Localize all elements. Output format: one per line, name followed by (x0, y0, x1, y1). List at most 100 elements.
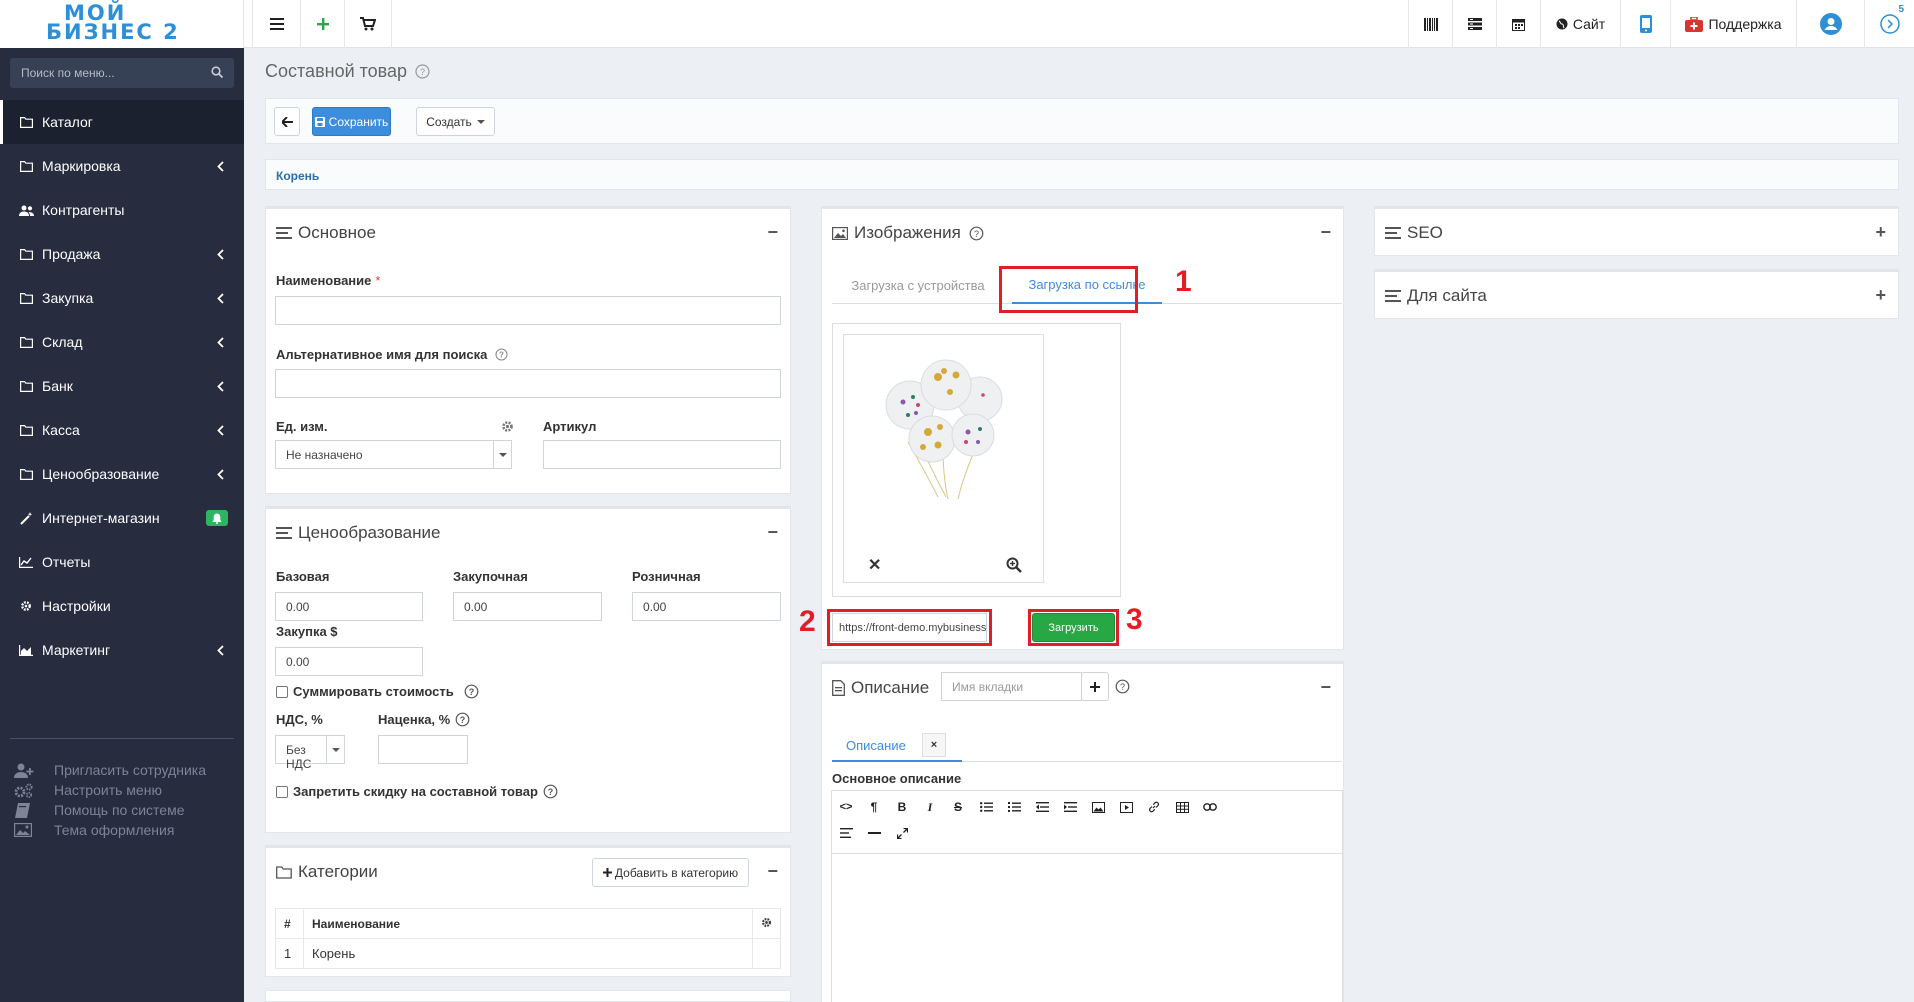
sidebar-item-8[interactable]: Ценообразование (0, 452, 244, 496)
insert-link-icon[interactable] (1144, 797, 1164, 817)
zoom-in-icon[interactable] (1006, 557, 1022, 573)
seo-box[interactable]: SEO + (1374, 206, 1899, 256)
user-button[interactable] (1796, 0, 1864, 48)
support-button[interactable]: Поддержка (1670, 0, 1796, 48)
sidebar-item-5[interactable]: Склад (0, 320, 244, 364)
fullscreen-icon[interactable] (892, 823, 912, 843)
expand-button[interactable]: + (1875, 222, 1886, 243)
purchase-price-input[interactable]: 0.00 (453, 592, 602, 621)
add-tab-button[interactable] (1081, 672, 1109, 701)
table-row[interactable]: 1 Корень (275, 938, 781, 969)
sidebar-item-6[interactable]: Банк (0, 364, 244, 408)
sidebar-item-11[interactable]: Настройки (0, 584, 244, 628)
images-box: Изображения ? − Загрузка с устройства За… (799, 206, 1344, 650)
checkbox[interactable] (276, 685, 288, 698)
markup-input[interactable] (378, 735, 468, 764)
upload-button[interactable]: Загрузить (1032, 613, 1115, 642)
cart-button[interactable] (344, 0, 392, 48)
code-view-icon[interactable]: <> (836, 797, 856, 817)
bullet-list-icon[interactable] (976, 797, 996, 817)
bold-icon[interactable]: B (892, 797, 912, 817)
sidebar-item-9[interactable]: Интернет-магазин (0, 496, 244, 540)
sidebar-item-1[interactable]: Маркировка (0, 144, 244, 188)
help-icon[interactable]: ? (415, 64, 430, 79)
forbid-discount-checkbox[interactable]: Запретить скидку на составной товар ? (276, 784, 558, 799)
alt-name-input[interactable] (275, 369, 781, 398)
image-url-input[interactable]: https://front-demo.mybusiness2.ru (832, 613, 987, 642)
sidebar-search-input[interactable] (10, 58, 200, 88)
vat-select[interactable]: Без НДС (275, 735, 345, 771)
sidebar-item-3[interactable]: Продажа (0, 232, 244, 276)
tab-name-input[interactable]: Имя вкладки (941, 672, 1082, 701)
collapse-button[interactable]: − (767, 861, 778, 882)
align-left-icon[interactable] (836, 823, 856, 843)
app-button[interactable] (1620, 0, 1670, 48)
unit-select[interactable]: Не назначено (275, 440, 512, 469)
base-price-input[interactable]: 0.00 (275, 592, 423, 621)
sidebar-link-0[interactable]: Пригласить сотрудника (14, 760, 206, 780)
site-button[interactable]: Сайт (1540, 0, 1620, 48)
calendar-button[interactable] (1496, 0, 1540, 48)
help-icon[interactable]: ? (969, 226, 984, 241)
chain-icon[interactable] (1200, 797, 1220, 817)
indent-icon[interactable] (1060, 797, 1080, 817)
numbered-list-icon[interactable] (1004, 797, 1024, 817)
horizontal-rule-icon[interactable] (864, 823, 884, 843)
table-settings-cell[interactable] (752, 908, 781, 939)
retail-price-input[interactable]: 0.00 (632, 592, 781, 621)
insert-image-icon[interactable] (1088, 797, 1108, 817)
gear-icon[interactable] (761, 917, 772, 928)
add-button[interactable] (300, 0, 344, 48)
help-icon[interactable]: ? (543, 784, 558, 799)
sidebar-item-12[interactable]: Маркетинг (0, 628, 244, 672)
insert-table-icon[interactable] (1172, 797, 1192, 817)
add-to-category-button[interactable]: Добавить в категорию (592, 858, 749, 887)
sum-cost-checkbox[interactable]: Суммировать стоимость ? (276, 684, 479, 699)
editor-content[interactable] (832, 855, 1342, 1002)
help-icon[interactable]: ? (495, 348, 508, 361)
purchase-usd-input[interactable]: 0.00 (275, 647, 423, 676)
help-icon[interactable]: ? (464, 684, 479, 699)
sidebar-link-3[interactable]: Тема оформления (14, 820, 206, 840)
close-tab-icon[interactable]: × (922, 733, 946, 757)
sidebar-item-7[interactable]: Касса (0, 408, 244, 452)
sidebar-link-1[interactable]: Настроить меню (14, 780, 206, 800)
folder-icon (18, 424, 34, 436)
notifications-button[interactable]: 5 (1864, 0, 1914, 48)
help-icon[interactable]: ? (455, 712, 470, 727)
breadcrumb-root[interactable]: Корень (276, 169, 319, 183)
help-icon[interactable]: ? (1115, 679, 1130, 694)
collapse-button[interactable]: − (1320, 222, 1331, 243)
article-input[interactable] (543, 440, 781, 469)
outdent-icon[interactable] (1032, 797, 1052, 817)
expand-button[interactable]: + (1875, 285, 1886, 306)
gear-icon[interactable] (501, 420, 514, 433)
terminal-button[interactable] (1452, 0, 1496, 48)
sidebar-item-4[interactable]: Закупка (0, 276, 244, 320)
tab-upload-device[interactable]: Загрузка с устройства (832, 266, 1004, 304)
checkbox[interactable] (276, 785, 288, 798)
create-dropdown-button[interactable]: Создать (416, 107, 495, 136)
sidebar-item-10[interactable]: Отчеты (0, 540, 244, 584)
site-box[interactable]: Для сайта + (1374, 269, 1899, 319)
collapse-button[interactable]: − (767, 222, 778, 243)
image-thumbnail[interactable]: ✕ (843, 334, 1044, 583)
logo[interactable]: МОЙ БИЗНЕС 2 (0, 0, 244, 48)
name-input[interactable] (275, 296, 781, 325)
search-icon[interactable] (211, 66, 223, 78)
sidebar-item-0[interactable]: Каталог (0, 100, 244, 144)
paragraph-icon[interactable]: ¶ (864, 797, 884, 817)
strikethrough-icon[interactable]: S (948, 797, 968, 817)
italic-icon[interactable]: I (920, 797, 940, 817)
remove-image-icon[interactable]: ✕ (868, 555, 881, 575)
save-button[interactable]: Сохранить (312, 107, 391, 136)
sidebar-item-2[interactable]: Контрагенты (0, 188, 244, 232)
collapse-button[interactable]: − (767, 522, 778, 543)
barcode-button[interactable] (1408, 0, 1452, 48)
collapse-button[interactable]: − (1320, 677, 1331, 698)
tab-description[interactable]: Описание × (832, 730, 962, 762)
menu-toggle-button[interactable] (252, 0, 300, 48)
back-button[interactable] (274, 107, 300, 136)
insert-video-icon[interactable] (1116, 797, 1136, 817)
sidebar-link-2[interactable]: Помощь по системе (14, 800, 206, 820)
